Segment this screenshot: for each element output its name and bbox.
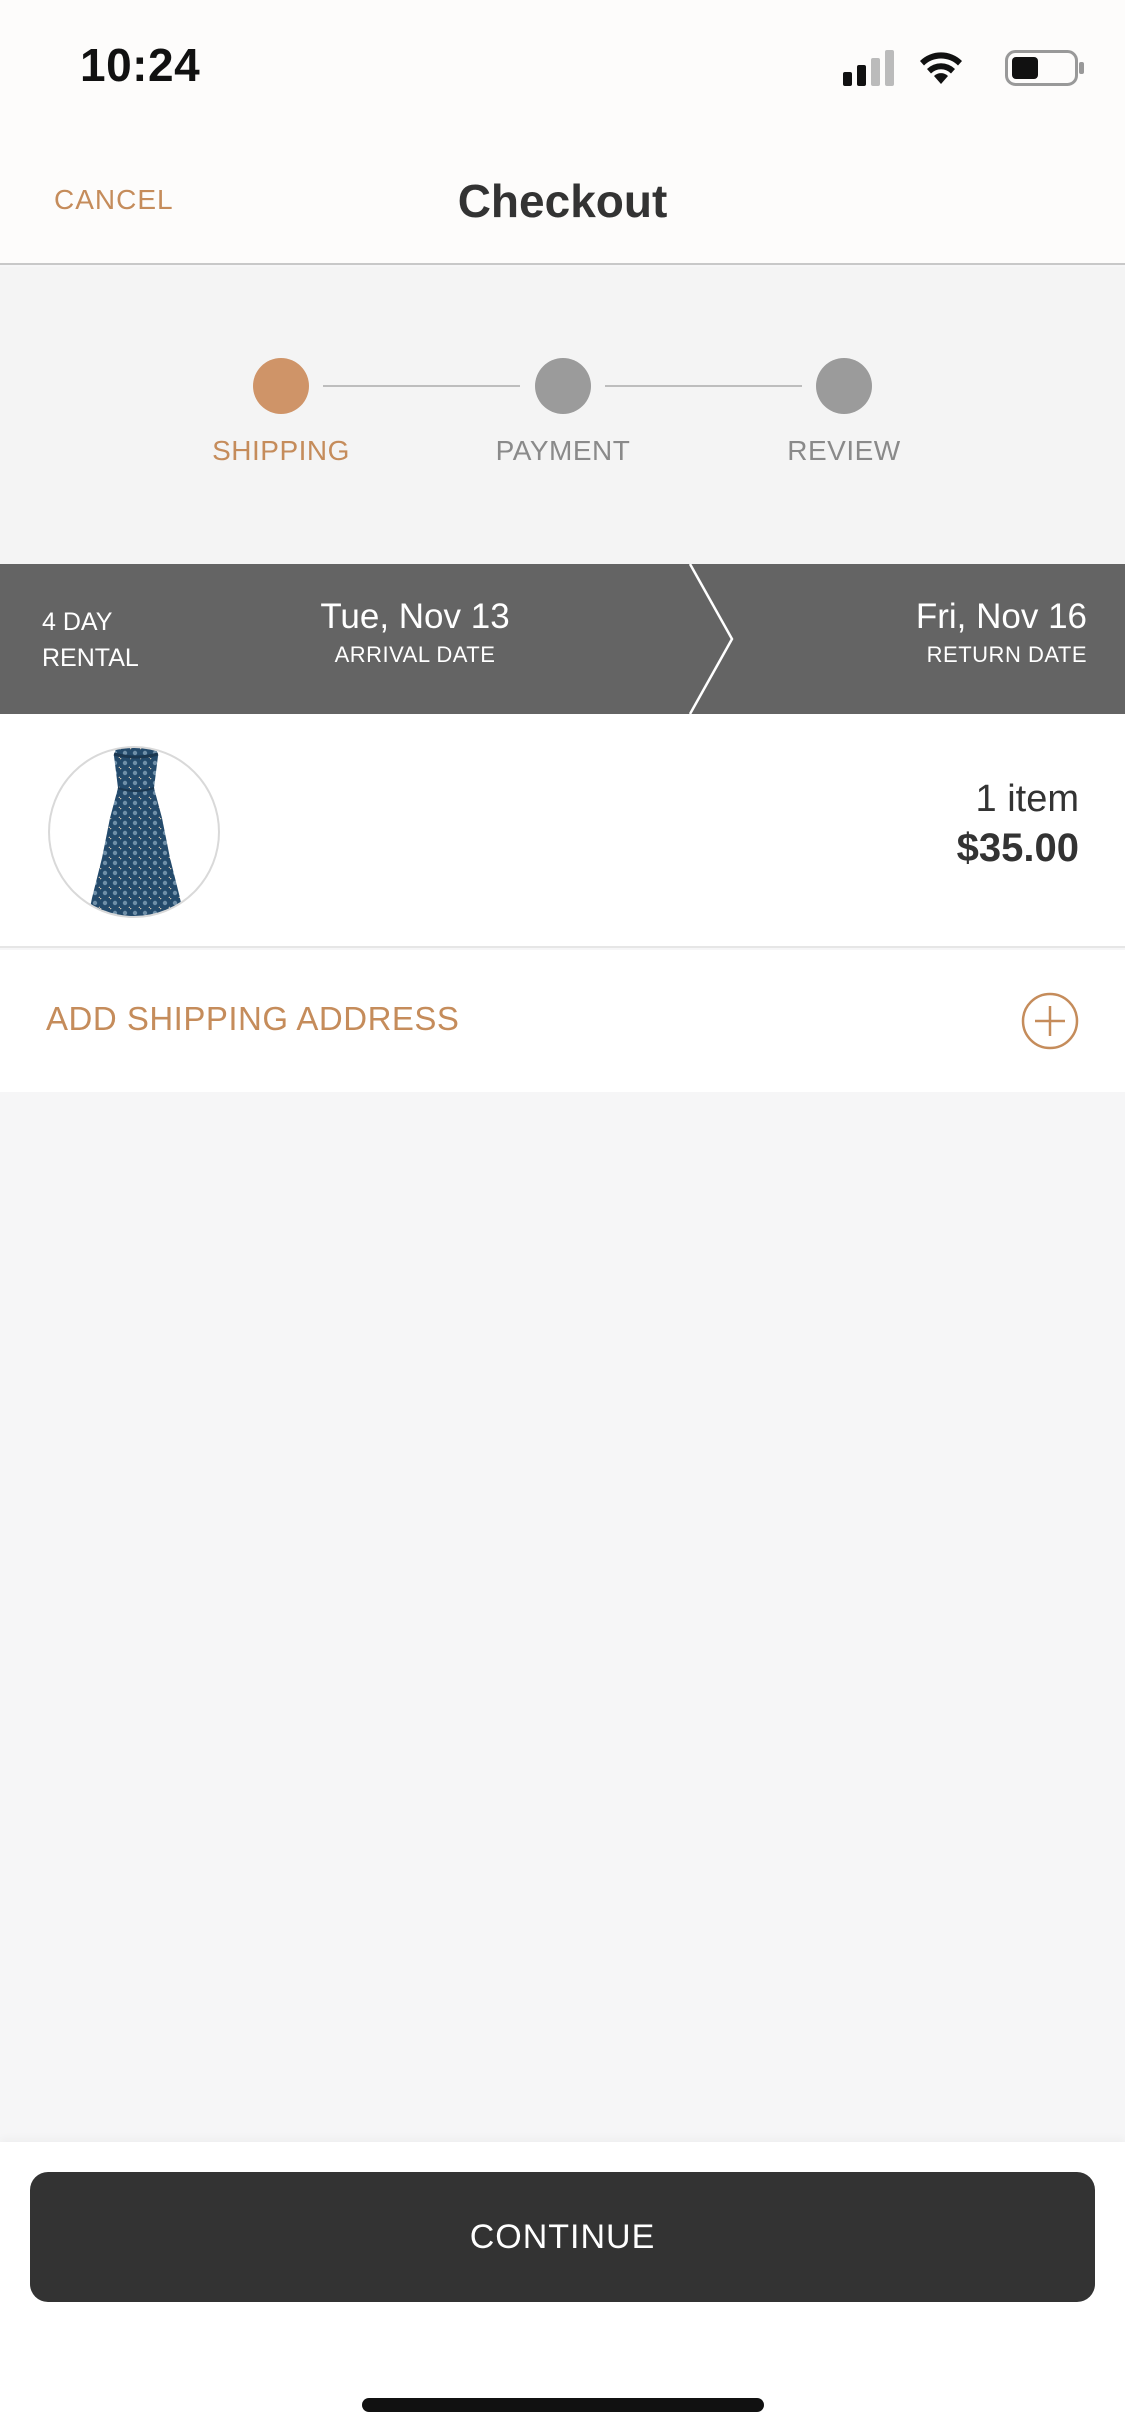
step-label-review[interactable]: REVIEW — [744, 435, 944, 467]
plus-circle-icon[interactable] — [1021, 992, 1079, 1050]
status-icons — [785, 48, 1085, 92]
status-bar: 10:24 — [0, 0, 1125, 140]
step-dot-payment — [535, 358, 591, 414]
dress-icon — [88, 748, 184, 916]
arrival-date-block[interactable]: Tue, Nov 13 ARRIVAL DATE — [260, 596, 570, 668]
rental-length: 4 DAY RENTAL — [42, 604, 139, 676]
bottom-action-bar: CONTINUE — [0, 2142, 1125, 2436]
rental-length-label: RENTAL — [42, 644, 139, 672]
status-time: 10:24 — [80, 39, 201, 91]
step-connector — [605, 385, 802, 387]
page-title: Checkout — [457, 175, 668, 227]
step-dot-review — [816, 358, 872, 414]
step-dot-shipping — [253, 358, 309, 414]
product-thumbnail[interactable] — [48, 746, 220, 918]
battery-icon — [1005, 50, 1084, 86]
cart-summary[interactable]: 1 item $35.00 — [0, 714, 1125, 948]
arrival-date-label: ARRIVAL DATE — [334, 642, 496, 667]
return-date: Fri, Nov 16 — [915, 597, 1087, 636]
order-total: $35.00 — [956, 826, 1079, 870]
checkout-stepper: SHIPPING PAYMENT REVIEW — [0, 267, 1125, 564]
continue-button[interactable]: CONTINUE — [30, 2172, 1095, 2302]
home-indicator[interactable] — [362, 2398, 764, 2412]
item-count: 1 item — [975, 778, 1079, 820]
return-date-block[interactable]: Fri, Nov 16 RETURN DATE — [767, 596, 1087, 668]
step-connector — [323, 385, 520, 387]
add-shipping-address-label: ADD SHIPPING ADDRESS — [46, 1000, 460, 1037]
arrival-date: Tue, Nov 13 — [320, 597, 510, 636]
step-label-payment[interactable]: PAYMENT — [463, 435, 663, 467]
signal-icon — [843, 50, 894, 86]
add-shipping-address-row[interactable]: ADD SHIPPING ADDRESS — [0, 950, 1125, 1092]
rental-length-days: 4 DAY — [42, 608, 113, 636]
wifi-icon — [920, 52, 962, 84]
rental-dates-banner: 4 DAY RENTAL Tue, Nov 13 ARRIVAL DATE Fr… — [0, 564, 1125, 714]
nav-bar: CANCEL Checkout — [0, 140, 1125, 265]
step-label-shipping[interactable]: SHIPPING — [181, 435, 381, 467]
return-date-label: RETURN DATE — [926, 642, 1087, 667]
chevron-divider-icon — [688, 564, 734, 714]
